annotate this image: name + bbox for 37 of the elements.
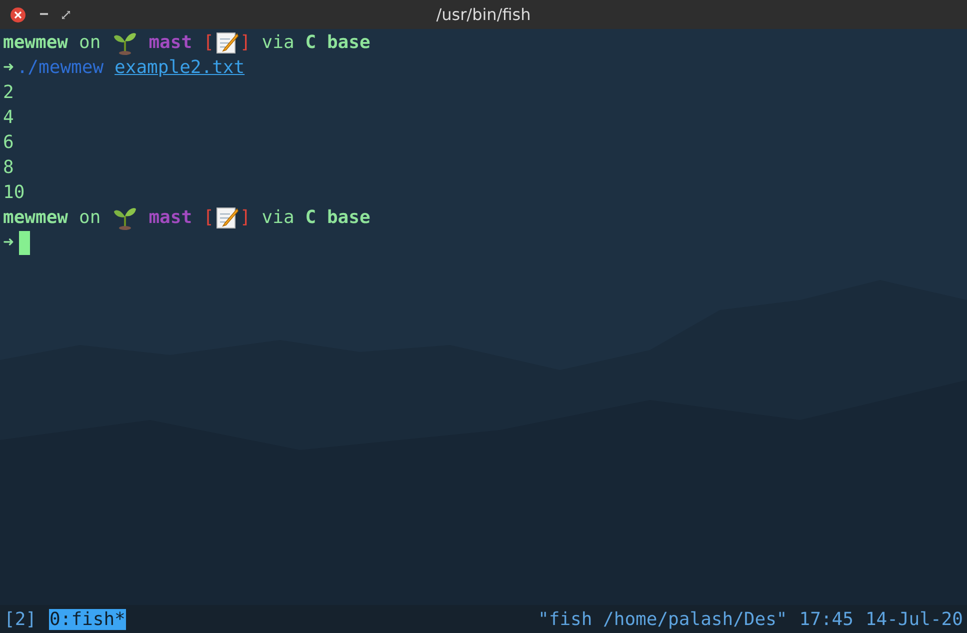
bracket: [ [203,206,214,230]
prompt-text: C base [305,206,370,230]
window-tab[interactable]: 0:fish* [48,608,126,630]
prompt-text: C base [305,31,370,55]
bracket: [ [203,31,214,55]
bracket: ] [240,31,251,55]
maximize-icon[interactable] [62,10,70,18]
prompt-arrow: ➜ [3,56,14,80]
prompt-text: mewmew [3,31,68,55]
git-branch-name: mast [148,31,192,55]
prompt-arrow: ➜ [3,231,14,255]
output-text: 6 [3,131,14,155]
prompt-text: mewmew [3,206,68,230]
output-text: 8 [3,156,14,180]
pane-title: "fish /home/palash/Des" [538,608,788,630]
output-text: 10 [3,181,25,205]
output-text: 2 [3,81,14,105]
prompt-text: via [262,206,294,230]
session-number: [2] [4,608,37,630]
window-title: /usr/bin/fish [435,5,532,24]
memo-pencil-icon [214,30,239,54]
file-argument: example2.txt [114,56,245,80]
text-cursor [18,230,30,254]
output-text: 4 [3,106,14,130]
prompt-text: on [79,31,101,55]
command-text: ./mewmew [16,56,104,80]
sprout-icon [112,30,138,54]
close-icon[interactable] [10,6,26,22]
git-branch-name: mast [148,206,192,230]
minimize-icon[interactable] [40,13,48,16]
sprout-icon [112,206,138,230]
clock-time: 17:45 [799,608,854,630]
memo-pencil-icon [214,206,239,230]
prompt-text: on [79,206,101,230]
date-text: 14-Jul-20 [865,608,963,630]
bracket: ] [240,206,251,230]
prompt-text: via [262,31,294,55]
